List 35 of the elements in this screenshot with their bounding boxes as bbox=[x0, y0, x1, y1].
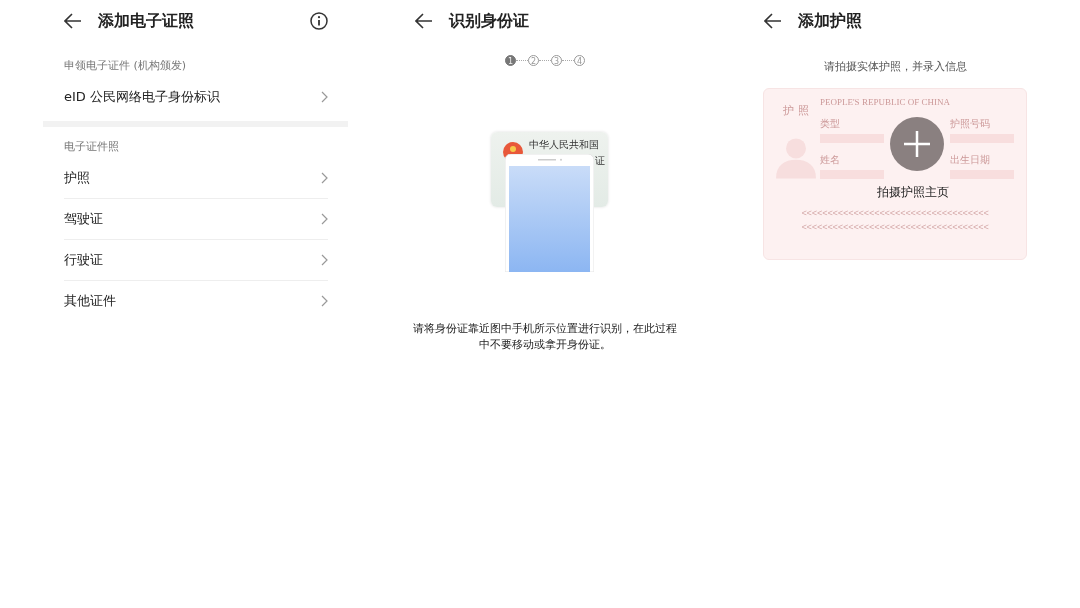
chevron-icon bbox=[321, 172, 328, 184]
chevron-icon bbox=[321, 91, 328, 103]
card-text: 证 bbox=[595, 154, 605, 168]
back-icon[interactable] bbox=[415, 13, 433, 29]
screen-title: 添加护照 bbox=[798, 10, 863, 32]
list-item[interactable]: 驾驶证 bbox=[64, 199, 328, 240]
plus-icon bbox=[902, 129, 932, 159]
section-heading: 电子证件照 bbox=[63, 139, 120, 154]
mrz-line: <<<<<<<<<<<<<<<<<<<<<<<<<<<<<<<<<<<< bbox=[801, 223, 989, 233]
field-label: 护照号码 bbox=[950, 117, 991, 131]
info-icon[interactable] bbox=[310, 12, 328, 30]
list-item[interactable]: 其他证件 bbox=[64, 281, 328, 321]
field-label: 类型 bbox=[820, 117, 841, 131]
chevron-icon bbox=[321, 254, 328, 266]
instruction-text: 请将身份证靠近图中手机所示位置进行识别，在此过程中不要移动或拿开身份证。 bbox=[412, 321, 678, 353]
screen-title: 添加电子证照 bbox=[98, 10, 195, 32]
list-item[interactable]: 护照 bbox=[64, 158, 328, 199]
subtitle: 请拍摄实体护照，并录入信息 bbox=[823, 59, 967, 74]
section-heading: 申领电子证件 (机构颁发) bbox=[63, 58, 188, 73]
mrz-line: <<<<<<<<<<<<<<<<<<<<<<<<<<<<<<<<<<<< bbox=[801, 209, 989, 219]
card-title: PEOPLE'S REPUBLIC OF CHINA bbox=[820, 97, 951, 107]
field-label: 姓名 bbox=[820, 153, 841, 167]
screen-title: 识别身份证 bbox=[449, 10, 530, 32]
back-icon[interactable] bbox=[64, 13, 82, 29]
field-label: 出生日期 bbox=[950, 153, 991, 167]
back-icon[interactable] bbox=[764, 13, 782, 29]
action-label: 拍摄护照主页 bbox=[876, 184, 949, 201]
add-button[interactable] bbox=[890, 117, 944, 171]
chevron-icon bbox=[321, 213, 328, 225]
card-title: 中华人民共和国 bbox=[529, 138, 599, 152]
card-label: 护 照 bbox=[783, 103, 809, 118]
step-indicator: 1 bbox=[505, 55, 516, 66]
chevron-icon bbox=[321, 295, 328, 307]
list-item[interactable]: eID 公民网络电子身份标识 bbox=[64, 77, 328, 117]
list-item[interactable]: 行驶证 bbox=[64, 240, 328, 281]
